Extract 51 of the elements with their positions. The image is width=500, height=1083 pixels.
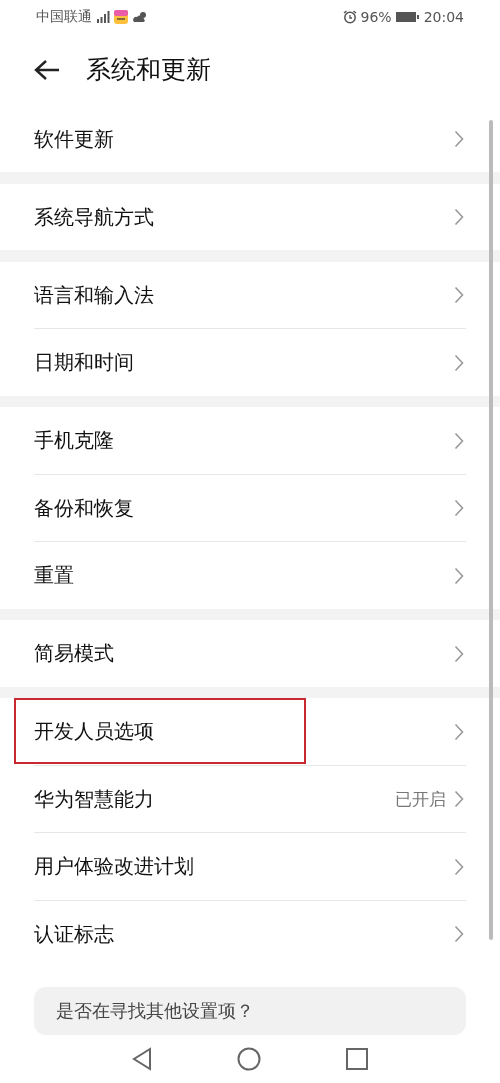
chevron-icon	[454, 499, 464, 518]
back-icon[interactable]	[132, 1047, 153, 1072]
page-title: 系统和更新	[86, 54, 211, 87]
chevron-icon	[454, 286, 464, 305]
chevron-icon	[454, 722, 464, 741]
settings-item[interactable]: 备份和恢复	[34, 473, 466, 542]
chevron-icon	[454, 566, 464, 585]
back-button[interactable]	[34, 58, 60, 81]
item-label: 开发人员选项	[34, 718, 155, 745]
chevron-icon	[454, 644, 464, 663]
settings-item[interactable]: 语言和输入法	[34, 261, 466, 329]
item-label: 简易模式	[34, 640, 115, 668]
weather-icon	[132, 10, 148, 23]
settings-item[interactable]: 重置	[34, 541, 466, 609]
carrier-name: 中国联通	[36, 7, 92, 26]
settings-item[interactable]: 华为智慧能力 已开启	[34, 764, 466, 833]
item-label: 备份和恢复	[34, 494, 135, 522]
item-label: 语言和输入法	[34, 281, 155, 309]
card-title: 是否在寻找其他设置项？	[56, 999, 254, 1024]
settings-item[interactable]: 开发人员选项	[34, 698, 466, 765]
settings-item[interactable]: 用户体验改进计划	[34, 832, 466, 900]
item-label: 软件更新	[34, 125, 115, 153]
app-icon	[114, 9, 128, 24]
chevron-icon	[454, 353, 464, 372]
settings-item[interactable]: 软件更新	[34, 106, 466, 173]
settings-item[interactable]: 系统导航方式	[34, 183, 466, 251]
settings-item[interactable]: 手机克隆	[34, 407, 466, 474]
item-label: 华为智慧能力	[34, 785, 155, 813]
battery-percent: 96%	[360, 8, 392, 25]
item-label: 用户体验改进计划	[34, 853, 195, 880]
battery-icon	[395, 10, 420, 23]
home-icon[interactable]	[237, 1047, 261, 1072]
alarm-icon	[342, 9, 357, 24]
item-label: 系统导航方式	[34, 203, 155, 231]
settings-item[interactable]: 日期和时间	[34, 328, 466, 396]
item-label: 日期和时间	[34, 349, 135, 377]
clock-time: 20:04	[423, 8, 464, 25]
item-value: 已开启	[395, 787, 446, 811]
chevron-icon	[454, 790, 464, 808]
chevron-icon	[454, 431, 464, 450]
settings-item[interactable]: 认证标志	[34, 899, 466, 968]
settings-item[interactable]: 简易模式	[34, 620, 466, 687]
item-label: 认证标志	[34, 920, 115, 948]
chevron-icon	[454, 857, 464, 876]
chevron-icon	[454, 130, 464, 149]
signal-icon	[96, 10, 110, 23]
item-label: 手机克隆	[34, 427, 115, 455]
item-label: 重置	[34, 562, 75, 590]
chevron-icon	[454, 208, 464, 227]
recents-icon[interactable]	[345, 1048, 368, 1071]
chevron-icon	[454, 925, 464, 943]
